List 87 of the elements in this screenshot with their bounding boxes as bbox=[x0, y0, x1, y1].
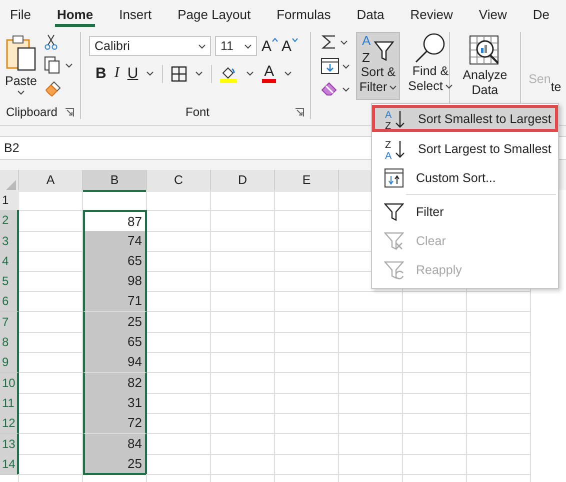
row-header[interactable]: 13 bbox=[0, 434, 19, 455]
caret-icon bbox=[284, 71, 292, 76]
sum-icon[interactable] bbox=[321, 34, 338, 50]
caret-icon bbox=[342, 64, 350, 68]
dialog-launcher-icon[interactable] bbox=[295, 108, 304, 116]
column-header[interactable]: A bbox=[19, 170, 83, 192]
caret-icon bbox=[65, 62, 73, 68]
column-header[interactable]: C bbox=[147, 170, 211, 192]
copy-icon[interactable] bbox=[44, 56, 62, 74]
find-select-button[interactable]: Find & Select bbox=[406, 32, 455, 100]
caret-icon bbox=[198, 44, 206, 48]
sort-filter-button[interactable]: A Z Sort & Filter bbox=[356, 32, 400, 100]
caret-icon bbox=[195, 71, 204, 76]
menu-item[interactable]: Z A Sort Largest to Smallest bbox=[372, 134, 558, 163]
caret-down-icon bbox=[292, 38, 298, 42]
table-cell: 71 bbox=[83, 291, 147, 312]
row-header[interactable]: 6 bbox=[0, 291, 19, 312]
font-name-dropdown[interactable]: Calibri bbox=[89, 36, 212, 56]
custom-sort-icon bbox=[384, 168, 404, 188]
caret-icon bbox=[340, 40, 348, 44]
caret-icon bbox=[342, 86, 350, 92]
eraser-icon[interactable] bbox=[321, 82, 340, 96]
row-header[interactable]: 7 bbox=[0, 312, 19, 333]
menu-item[interactable]: A Z Sort Smallest to Largest bbox=[372, 105, 558, 132]
row-header[interactable]: 10 bbox=[0, 372, 19, 394]
row-header[interactable]: 8 bbox=[0, 332, 19, 354]
row-header[interactable]: 2 bbox=[0, 210, 19, 232]
ribbon-tab[interactable]: Formulas bbox=[274, 0, 333, 28]
caret-icon bbox=[146, 71, 154, 76]
caret-icon bbox=[389, 85, 398, 90]
group-label: Font bbox=[185, 105, 210, 119]
table-cell: 74 bbox=[83, 230, 147, 252]
caret-icon bbox=[444, 84, 453, 90]
paste-button[interactable]: Paste bbox=[4, 32, 38, 105]
row-header[interactable]: 9 bbox=[0, 352, 19, 374]
row-header[interactable]: 11 bbox=[0, 392, 19, 414]
clipboard-icon bbox=[4, 34, 38, 72]
group-label: Clipboard bbox=[6, 105, 58, 119]
ribbon-tab[interactable]: Insert bbox=[117, 0, 154, 28]
fill-down-icon[interactable] bbox=[321, 58, 340, 74]
font-size-dropdown[interactable]: 11 bbox=[215, 36, 258, 56]
column-header[interactable]: B bbox=[83, 170, 147, 192]
ribbon-tab[interactable]: View bbox=[476, 0, 509, 28]
analyze-data-button[interactable]: Analyze Data bbox=[460, 34, 510, 102]
table-cell: 65 bbox=[83, 250, 147, 272]
clear-filter-icon bbox=[384, 230, 404, 250]
table-cell: 31 bbox=[83, 392, 147, 414]
column-header[interactable]: D bbox=[211, 170, 275, 192]
filter-icon bbox=[384, 202, 404, 222]
increase-font-size-button[interactable]: A bbox=[261, 38, 278, 54]
paintbrush-icon[interactable] bbox=[44, 80, 62, 98]
table-cell: 25 bbox=[83, 312, 147, 333]
menu-item[interactable]: Filter bbox=[372, 197, 558, 226]
table-cell: 25 bbox=[83, 454, 147, 475]
table-cell: 98 bbox=[83, 271, 147, 292]
caret-up-icon bbox=[272, 38, 278, 42]
table-cell: 65 bbox=[83, 332, 147, 354]
row-header[interactable]: 3 bbox=[0, 230, 19, 252]
row-header[interactable]: 5 bbox=[0, 271, 19, 292]
table-cell: 72 bbox=[83, 413, 147, 434]
menu-item[interactable]: Custom Sort... bbox=[372, 163, 558, 192]
caret-icon bbox=[246, 71, 254, 76]
caret-icon bbox=[244, 44, 252, 48]
row-header[interactable]: 12 bbox=[0, 413, 19, 434]
ribbon-tab[interactable]: File bbox=[8, 0, 33, 28]
row-header[interactable]: 14 bbox=[0, 454, 19, 475]
ribbon-tab[interactable]: De bbox=[530, 0, 552, 28]
bold-button[interactable]: B bbox=[95, 65, 106, 82]
table-cell: 94 bbox=[83, 352, 147, 374]
scissors-icon[interactable] bbox=[44, 34, 58, 50]
reapply-filter-icon bbox=[384, 260, 404, 280]
borders-icon[interactable] bbox=[171, 66, 188, 82]
ribbon-tab[interactable]: Data bbox=[354, 0, 386, 28]
font-color-button[interactable]: A bbox=[262, 64, 276, 83]
ribbon-tab[interactable]: Page Layout bbox=[176, 0, 253, 28]
table-cell: 84 bbox=[83, 434, 147, 455]
caret-icon bbox=[17, 90, 25, 95]
dialog-launcher-icon[interactable] bbox=[65, 108, 74, 116]
row-header[interactable]: 4 bbox=[0, 250, 19, 272]
decrease-font-size-button[interactable]: A bbox=[282, 38, 298, 54]
label-fragment: te bbox=[550, 80, 562, 94]
ribbon-tab[interactable]: Review bbox=[408, 0, 455, 28]
column-header[interactable]: E bbox=[275, 170, 339, 192]
row-header[interactable]: 1 bbox=[0, 190, 19, 211]
italic-button[interactable]: I bbox=[114, 65, 120, 82]
table-cell: 82 bbox=[83, 372, 147, 394]
underline-button[interactable]: U bbox=[127, 65, 138, 82]
